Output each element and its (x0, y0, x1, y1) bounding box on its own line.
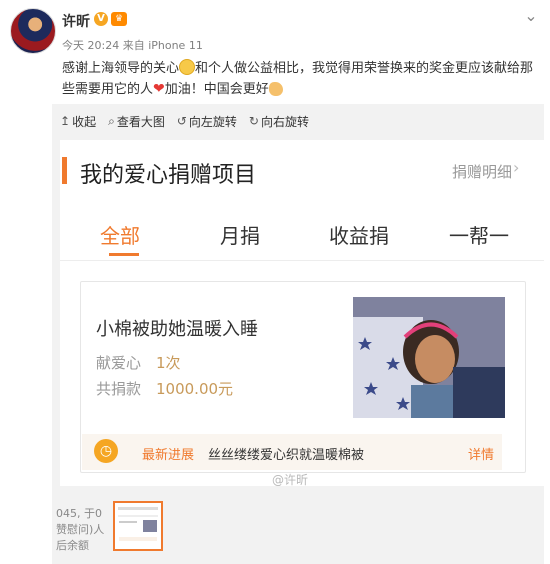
post-meta: 今天 20:24 来自 iPhone 11 (62, 39, 203, 52)
post-text-part1: 感谢上海领导的关心 (62, 61, 180, 76)
rotate-left-label: 向左旋转 (188, 114, 237, 129)
tab-income[interactable]: 收益捐 (329, 220, 389, 249)
post-text: 感谢上海领导的关心 和个人做公益相比，我觉得用荣誉换来的奖金更应该献给那些需要用它… (62, 58, 542, 100)
smile-emoji-icon (179, 59, 196, 75)
love-label: 献爱心 (96, 354, 142, 372)
verified-badge-icon: V (94, 12, 108, 26)
rotate-right-icon: ↻ (248, 114, 259, 128)
avatar[interactable] (10, 8, 56, 54)
rotate-left-button[interactable]: ↺ 向左旋转 (177, 112, 237, 130)
collapse-label: 收起 (72, 114, 97, 129)
thumbnail-selected[interactable] (113, 501, 163, 551)
zoom-icon: ⌕ (108, 113, 115, 128)
thumbnail-preview (118, 507, 158, 541)
project-photo[interactable] (353, 297, 505, 418)
donate-detail-link[interactable]: 捐赠明细 (452, 161, 512, 182)
vip-crown-icon: ♛ (111, 12, 127, 26)
project-title[interactable]: 小棉被助她温暖入睡 (96, 315, 258, 341)
chevron-right-icon: › (513, 158, 520, 177)
photo-illustration (353, 297, 505, 418)
rotate-right-label: 向右旋转 (260, 114, 309, 129)
thumbnail-text-line: 赞慰问)人 (56, 523, 105, 536)
detail-link[interactable]: 详情 (468, 444, 494, 463)
weibo-watermark: @许昕 (272, 473, 309, 487)
rotate-left-icon: ↺ (176, 114, 187, 128)
progress-label: 最新进展 (142, 448, 195, 463)
love-value: 1次 (156, 354, 181, 372)
arrow-up-icon: ↥ (60, 114, 71, 128)
chevron-down-icon[interactable]: ⌄ (522, 6, 540, 25)
post-text-part3: 加油！中国会更好 (164, 82, 269, 97)
title-accent-bar (62, 157, 67, 184)
tab-divider (60, 260, 544, 261)
total-value: 1000.00元 (156, 380, 234, 398)
view-large-button[interactable]: ⌕ 查看大图 (108, 112, 165, 130)
tab-all[interactable]: 全部 (100, 220, 140, 249)
active-tab-indicator (109, 253, 139, 256)
muscle-emoji-icon (268, 82, 283, 96)
thumbnail-text[interactable]: 045, 于0 赞慰问)人 后余额 (56, 506, 110, 554)
tab-one-on-one[interactable]: 一帮一 (449, 220, 509, 249)
clock-icon: ◷ (94, 439, 118, 463)
rotate-right-button[interactable]: ↻ 向右旋转 (249, 112, 309, 130)
thumbnail-text-line: 后余额 (56, 539, 89, 552)
total-label: 共捐款 (96, 380, 142, 398)
thumbnail-text-line: 045, 于0 (56, 507, 102, 520)
view-large-label: 查看大图 (116, 114, 165, 129)
media-toolbar: ↥ 收起 ⌕ 查看大图 ↺ 向左旋转 ↻ 向右旋转 (60, 112, 309, 130)
card-title: 我的爱心捐赠项目 (80, 163, 257, 188)
progress-text[interactable]: 丝丝缕缕爱心织就温暖棉被 (208, 444, 364, 463)
tab-monthly[interactable]: 月捐 (220, 220, 260, 249)
username[interactable]: 许昕 (62, 11, 90, 31)
heart-emoji-icon: ❤ (153, 81, 165, 97)
collapse-button[interactable]: ↥ 收起 (60, 112, 96, 130)
